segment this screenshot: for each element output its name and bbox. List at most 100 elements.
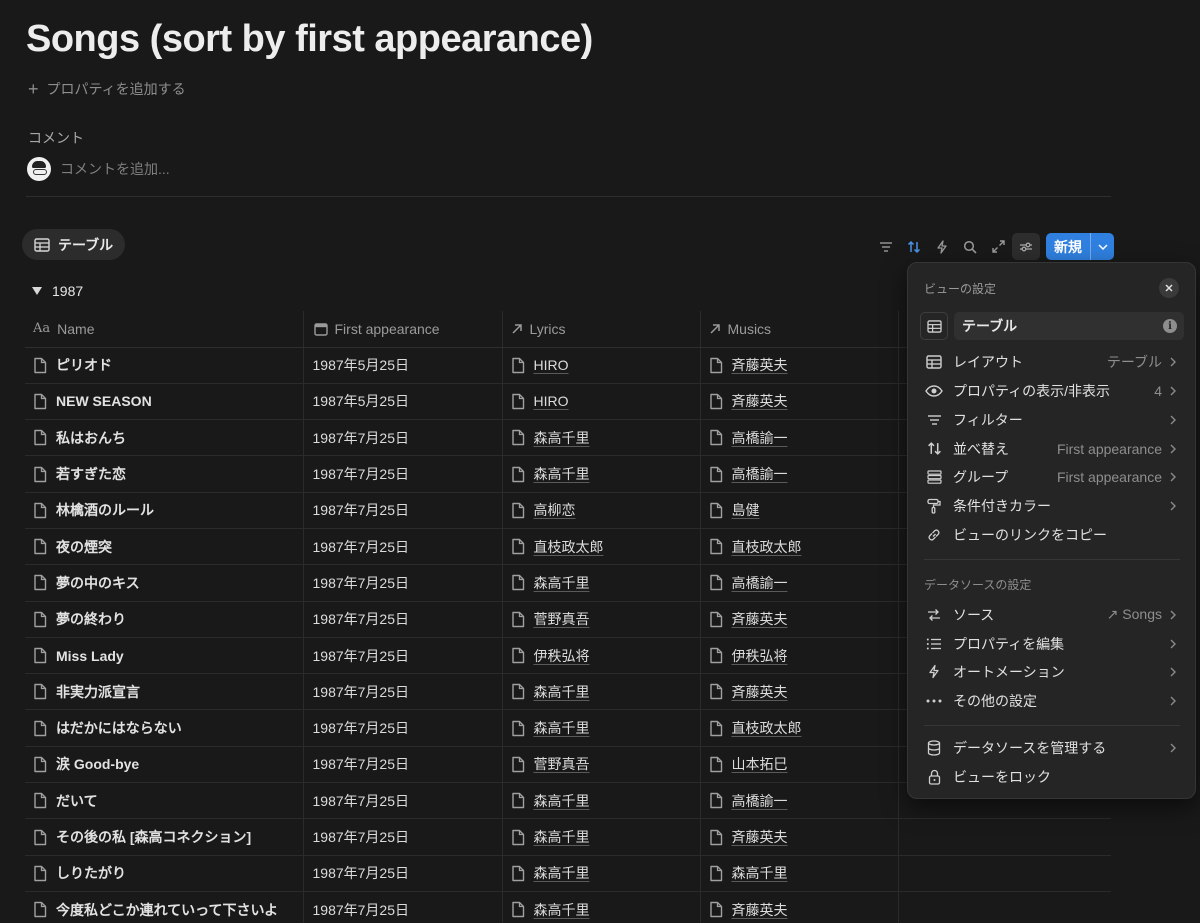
table-row[interactable]: 今度私どこか連れていって下さいよ 1987年7月25日 森高千里 斉藤英夫 (25, 891, 1111, 923)
cell-name[interactable]: だいて (25, 782, 303, 820)
musics-relation-link[interactable]: 直枝政太郎 (732, 537, 802, 557)
cell-lyrics[interactable]: 高柳恋 (501, 492, 700, 529)
cell-lyrics[interactable]: 森高千里 (501, 564, 700, 602)
cell-first-appearance[interactable]: 1987年7月25日 (302, 637, 502, 675)
cell-lyrics[interactable]: 森高千里 (501, 891, 700, 923)
column-header-musics[interactable]: Musics (699, 311, 898, 348)
cell-name[interactable]: しりたがり (25, 855, 303, 892)
cell-first-appearance[interactable]: 1987年7月25日 (302, 419, 502, 457)
comment-input[interactable]: コメントを追加... (27, 156, 170, 182)
lyrics-relation-link[interactable]: 森高千里 (534, 791, 590, 811)
cell-first-appearance[interactable]: 1987年7月25日 (302, 564, 502, 602)
cell-musics[interactable]: 森高千里 (699, 855, 898, 892)
cell-lyrics[interactable]: 菅野真吾 (501, 601, 700, 638)
musics-relation-link[interactable]: 森高千里 (732, 863, 788, 883)
close-button[interactable] (1159, 278, 1179, 298)
cell-name[interactable]: ピリオド (25, 347, 303, 384)
panel-item-lightning[interactable]: オートメーション (918, 657, 1186, 686)
cell-lyrics[interactable]: 伊秩弘将 (501, 637, 700, 675)
cell-name[interactable]: 今度私どこか連れていって下さいよ (25, 891, 303, 923)
cell-lyrics[interactable]: 森高千里 (501, 419, 700, 457)
cell-name[interactable]: その後の私 [森高コネクション] (25, 818, 303, 856)
lyrics-relation-link[interactable]: 森高千里 (534, 827, 590, 847)
cell-lyrics[interactable]: 森高千里 (501, 709, 700, 747)
panel-item-eye[interactable]: プロパティの表示/非表示 4 (918, 376, 1186, 405)
panel-item-database[interactable]: データソースを管理する (918, 733, 1186, 762)
panel-item-table[interactable]: レイアウト テーブル (918, 347, 1186, 376)
cell-lyrics[interactable]: 森高千里 (501, 782, 700, 820)
lyrics-relation-link[interactable]: 森高千里 (534, 428, 590, 448)
cell-first-appearance[interactable]: 1987年7月25日 (302, 673, 502, 711)
cell-first-appearance[interactable]: 1987年7月25日 (302, 528, 502, 566)
lyrics-relation-link[interactable]: 森高千里 (534, 464, 590, 484)
cell-musics[interactable]: 斉藤英夫 (699, 383, 898, 421)
musics-relation-link[interactable]: 山本拓巳 (732, 754, 788, 774)
lyrics-relation-link[interactable]: HIRO (534, 357, 569, 373)
musics-relation-link[interactable]: 斉藤英夫 (732, 900, 788, 920)
view-icon-button[interactable] (920, 312, 948, 340)
cell-lyrics[interactable]: 森高千里 (501, 455, 700, 493)
panel-item-source[interactable]: ソース ↗ Songs (918, 600, 1186, 629)
panel-item-lock[interactable]: ビューをロック (918, 762, 1186, 791)
group-toggle[interactable]: 1987 (32, 281, 83, 301)
view-name-input[interactable]: テーブル i (954, 312, 1184, 340)
cell-musics[interactable]: 斉藤英夫 (699, 347, 898, 384)
lyrics-relation-link[interactable]: 菅野真吾 (534, 609, 590, 629)
cell-lyrics[interactable]: 森高千里 (501, 673, 700, 711)
musics-relation-link[interactable]: 伊秩弘将 (732, 646, 788, 666)
lyrics-relation-link[interactable]: 高柳恋 (534, 500, 576, 520)
cell-musics[interactable]: 斉藤英夫 (699, 601, 898, 638)
musics-relation-link[interactable]: 斉藤英夫 (732, 827, 788, 847)
cell-lyrics[interactable]: HIRO (501, 383, 700, 421)
lyrics-relation-link[interactable]: 森高千里 (534, 682, 590, 702)
lyrics-relation-link[interactable]: 森高千里 (534, 900, 590, 920)
sort-button[interactable] (900, 233, 928, 260)
cell-musics[interactable]: 島健 (699, 492, 898, 529)
cell-musics[interactable]: 高橋諭一 (699, 782, 898, 820)
cell-first-appearance[interactable]: 1987年7月25日 (302, 855, 502, 892)
musics-relation-link[interactable]: 斉藤英夫 (732, 355, 788, 375)
cell-first-appearance[interactable]: 1987年7月25日 (302, 492, 502, 529)
musics-relation-link[interactable]: 直枝政太郎 (732, 718, 802, 738)
cell-name[interactable]: はだかにはならない (25, 709, 303, 747)
lyrics-relation-link[interactable]: 伊秩弘将 (534, 646, 590, 666)
cell-lyrics[interactable]: 森高千里 (501, 855, 700, 892)
lyrics-relation-link[interactable]: 森高千里 (534, 863, 590, 883)
cell-first-appearance[interactable]: 1987年7月25日 (302, 782, 502, 820)
musics-relation-link[interactable]: 高橋諭一 (732, 573, 788, 593)
cell-first-appearance[interactable]: 1987年5月25日 (302, 347, 502, 384)
cell-first-appearance[interactable]: 1987年7月25日 (302, 818, 502, 856)
cell-lyrics[interactable]: 菅野真吾 (501, 746, 700, 784)
cell-musics[interactable]: 斉藤英夫 (699, 818, 898, 856)
panel-item-sort[interactable]: 並べ替え First appearance (918, 434, 1186, 463)
column-header-name[interactable]: Aa Name (25, 311, 303, 348)
lyrics-relation-link[interactable]: 菅野真吾 (534, 754, 590, 774)
cell-name[interactable]: 林檎酒のルール (25, 492, 303, 529)
panel-item-more[interactable]: その他の設定 (918, 686, 1186, 715)
cell-name[interactable]: 若すぎた恋 (25, 455, 303, 493)
panel-item-list[interactable]: プロパティを編集 (918, 629, 1186, 658)
cell-musics[interactable]: 伊秩弘将 (699, 637, 898, 675)
musics-relation-link[interactable]: 島健 (732, 500, 760, 520)
cell-first-appearance[interactable]: 1987年7月25日 (302, 891, 502, 923)
cell-first-appearance[interactable]: 1987年7月25日 (302, 455, 502, 493)
cell-musics[interactable]: 直枝政太郎 (699, 528, 898, 566)
cell-musics[interactable]: 斉藤英夫 (699, 891, 898, 923)
lyrics-relation-link[interactable]: 直枝政太郎 (534, 537, 604, 557)
musics-relation-link[interactable]: 高橋諭一 (732, 428, 788, 448)
cell-musics[interactable]: 高橋諭一 (699, 419, 898, 457)
musics-relation-link[interactable]: 斉藤英夫 (732, 682, 788, 702)
musics-relation-link[interactable]: 高橋諭一 (732, 464, 788, 484)
expand-button[interactable] (984, 233, 1012, 260)
panel-item-link[interactable]: ビューのリンクをコピー (918, 520, 1186, 549)
cell-musics[interactable]: 高橋諭一 (699, 455, 898, 493)
lyrics-relation-link[interactable]: 森高千里 (534, 573, 590, 593)
cell-musics[interactable]: 山本拓巳 (699, 746, 898, 784)
panel-item-paint-roller[interactable]: 条件付きカラー (918, 491, 1186, 520)
cell-first-appearance[interactable]: 1987年5月25日 (302, 383, 502, 421)
lyrics-relation-link[interactable]: 森高千里 (534, 718, 590, 738)
cell-name[interactable]: 夢の終わり (25, 601, 303, 638)
cell-lyrics[interactable]: 森高千里 (501, 818, 700, 856)
cell-name[interactable]: 夜の煙突 (25, 528, 303, 566)
add-property-button[interactable]: + プロパティを追加する (28, 78, 186, 100)
